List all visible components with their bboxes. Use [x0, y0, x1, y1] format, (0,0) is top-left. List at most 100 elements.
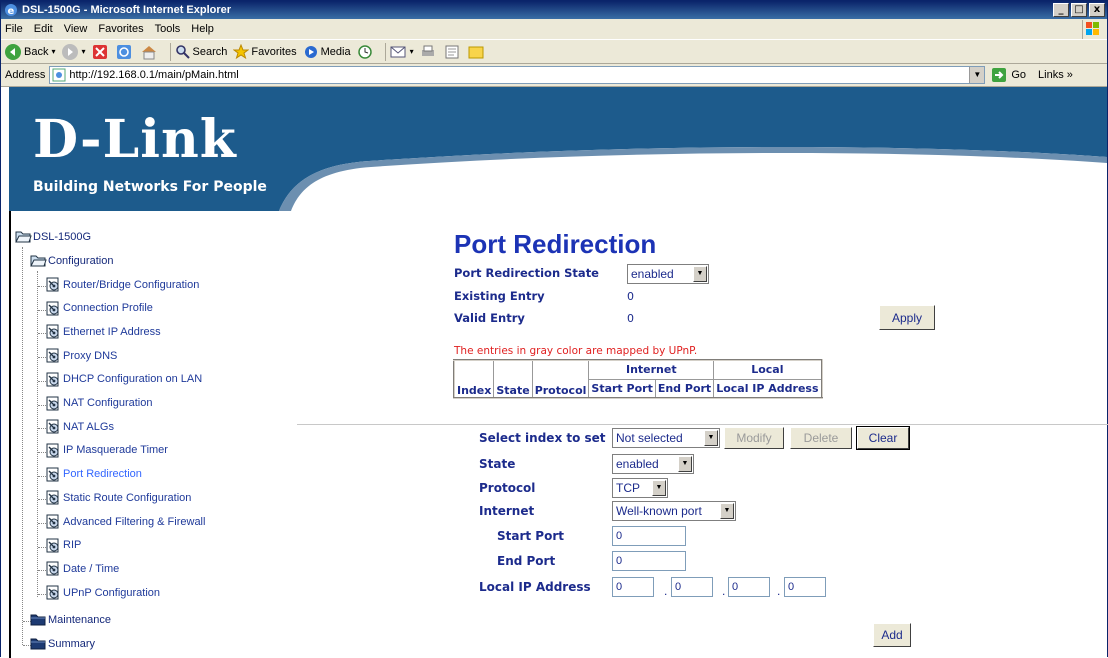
- clear-button[interactable]: Clear: [856, 426, 910, 450]
- menu-edit[interactable]: Edit: [34, 23, 53, 35]
- valid-entry-label: Valid Entry: [454, 311, 525, 325]
- chevron-down-icon: ▼: [704, 430, 718, 446]
- page-gear-icon: [46, 467, 59, 482]
- back-button[interactable]: Back ▾: [4, 43, 55, 61]
- tree-item-router-bridge-configuration[interactable]: Router/Bridge Configuration: [45, 277, 199, 292]
- close-button[interactable]: x: [1089, 3, 1105, 17]
- tree-summary[interactable]: Summary: [30, 636, 95, 651]
- tree-item-port-redirection[interactable]: Port Redirection: [45, 467, 142, 482]
- mail-button[interactable]: ▾: [390, 44, 414, 60]
- ip-octet-1-input[interactable]: 0: [612, 577, 654, 597]
- stop-button[interactable]: [92, 44, 110, 60]
- favorites-label: Favorites: [251, 45, 297, 58]
- back-arrow-icon: [5, 43, 21, 60]
- links-button[interactable]: Links »: [1038, 69, 1073, 81]
- tree-item-upnp-configuration[interactable]: UPnP Configuration: [45, 585, 160, 600]
- ip-separator: .: [777, 584, 781, 598]
- group-internet: Internet: [588, 359, 715, 380]
- internet-value: Well-known port: [616, 504, 702, 518]
- start-port-input[interactable]: 0: [612, 526, 686, 546]
- menu-help[interactable]: Help: [191, 23, 214, 35]
- tree-line: [37, 271, 38, 597]
- state-select[interactable]: enabled ▼: [612, 454, 694, 474]
- tree-configuration[interactable]: Configuration: [30, 253, 113, 268]
- port-redirection-state-select[interactable]: enabled ▼: [627, 264, 709, 284]
- tree-summary-label: Summary: [48, 637, 96, 650]
- back-label: Back: [24, 45, 49, 58]
- tree-item-label: Ethernet IP Address: [63, 325, 161, 338]
- upnp-note: The entries in gray color are mapped by …: [454, 345, 698, 357]
- modify-button[interactable]: Modify: [724, 427, 784, 449]
- star-icon: [233, 43, 250, 59]
- menu-tools[interactable]: Tools: [155, 23, 181, 35]
- media-button[interactable]: Media: [303, 44, 351, 60]
- tree-item-proxy-dns[interactable]: Proxy DNS: [45, 348, 117, 363]
- col-state: State: [493, 359, 533, 399]
- window-title: DSL-1500G - Microsoft Internet Explorer: [22, 4, 232, 16]
- address-input[interactable]: http://192.168.0.1/main/pMain.html ▼: [49, 66, 986, 84]
- history-button[interactable]: [357, 44, 375, 60]
- forward-arrow-icon: [62, 43, 79, 60]
- tree-item-label: Port Redirection: [63, 468, 142, 481]
- tree-item-label: DHCP Configuration on LAN: [63, 373, 203, 386]
- ip-octet-2-input[interactable]: 0: [671, 577, 713, 597]
- tree-item-label: Router/Bridge Configuration: [63, 278, 200, 291]
- history-icon: [357, 44, 372, 59]
- apply-button[interactable]: Apply: [879, 305, 935, 330]
- add-button[interactable]: Add: [873, 623, 911, 647]
- folder-icon: [468, 46, 484, 58]
- entries-table: Index State Protocol Internet Local Star…: [453, 359, 823, 399]
- menu-favorites[interactable]: Favorites: [98, 23, 143, 35]
- tree-item-nat-algs[interactable]: NAT ALGs: [45, 419, 114, 434]
- messenger-button[interactable]: [468, 44, 486, 60]
- search-button[interactable]: Search: [175, 44, 227, 60]
- maximize-button[interactable]: □: [1071, 3, 1087, 17]
- valid-entry-value: 0: [627, 312, 634, 325]
- tree-root[interactable]: DSL-1500G: [15, 229, 91, 244]
- folder-closed-icon: [30, 614, 46, 626]
- forward-button[interactable]: ▾: [61, 43, 86, 61]
- select-index-value: Not selected: [616, 431, 683, 445]
- menu-view[interactable]: View: [64, 23, 88, 35]
- windows-logo-icon: [1082, 20, 1104, 39]
- tree-item-ip-masquerade-timer[interactable]: IP Masquerade Timer: [45, 443, 168, 458]
- refresh-icon: [116, 44, 131, 59]
- printer-icon: [421, 45, 434, 56]
- go-button[interactable]: Go: [991, 67, 1026, 83]
- folder-open-icon: [15, 231, 32, 243]
- page-gear-icon: [46, 372, 59, 387]
- refresh-button[interactable]: [116, 44, 134, 60]
- tree-item-connection-profile[interactable]: Connection Profile: [45, 301, 153, 316]
- tree-maintenance[interactable]: Maintenance: [30, 612, 111, 627]
- tree-item-label: IP Masquerade Timer: [63, 444, 168, 457]
- end-port-input[interactable]: 0: [612, 551, 686, 571]
- page-gear-icon: [46, 561, 59, 576]
- tree-configuration-label: Configuration: [48, 254, 114, 267]
- print-button[interactable]: [420, 44, 438, 60]
- address-bar: Address http://192.168.0.1/main/pMain.ht…: [1, 64, 1107, 87]
- tree-item-date-time[interactable]: Date / Time: [45, 561, 119, 576]
- internet-label: Internet: [479, 504, 535, 518]
- minimize-button[interactable]: _: [1053, 3, 1069, 17]
- tree-item-static-route-configuration[interactable]: Static Route Configuration: [45, 490, 191, 505]
- select-index-select[interactable]: Not selected ▼: [612, 428, 720, 448]
- favorites-button[interactable]: Favorites: [233, 43, 297, 60]
- ip-octet-3-input[interactable]: 0: [728, 577, 770, 597]
- delete-button[interactable]: Delete: [790, 427, 852, 449]
- protocol-select[interactable]: TCP ▼: [612, 478, 668, 498]
- menu-file[interactable]: File: [5, 23, 23, 35]
- address-dropdown-icon[interactable]: ▼: [969, 67, 985, 83]
- tree-item-ethernet-ip-address[interactable]: Ethernet IP Address: [45, 324, 161, 339]
- col-index: Index: [453, 359, 495, 399]
- tree-item-dhcp-configuration-on-lan[interactable]: DHCP Configuration on LAN: [45, 372, 202, 387]
- edit-button[interactable]: [444, 44, 462, 60]
- tree-item-advanced-filtering-firewall[interactable]: Advanced Filtering & Firewall: [45, 514, 205, 529]
- internet-select[interactable]: Well-known port ▼: [612, 501, 736, 521]
- tree-item-label: UPnP Configuration: [63, 586, 161, 599]
- chevron-down-icon: ▼: [693, 266, 707, 282]
- ip-octet-4-input[interactable]: 0: [784, 577, 826, 597]
- home-button[interactable]: [140, 44, 160, 60]
- tree-item-nat-configuration[interactable]: NAT Configuration: [45, 396, 152, 411]
- mail-icon: [390, 46, 406, 57]
- tree-item-rip[interactable]: RIP: [45, 538, 81, 553]
